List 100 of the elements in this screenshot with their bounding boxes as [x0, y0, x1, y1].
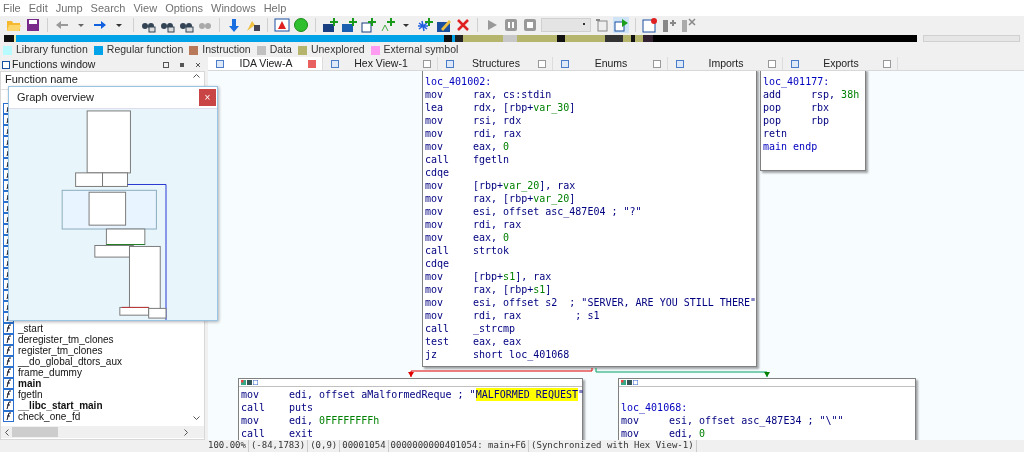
add-icon[interactable]	[417, 17, 433, 33]
view-icon	[216, 59, 224, 68]
menu-item[interactable]: View	[133, 0, 158, 17]
code-line: mov eax, 0	[425, 140, 511, 153]
code-line: jz short loc_401068	[425, 348, 571, 361]
close-button[interactable]: ×	[199, 89, 216, 106]
scroll-down-icon[interactable]	[193, 416, 200, 421]
function-name[interactable]: deregister_tm_clones	[18, 334, 114, 345]
tab[interactable]: IDA View-A	[208, 57, 323, 70]
code-line: mov esi, offset asc_487E34 ; "\""	[621, 414, 845, 427]
code-block[interactable]: loc_401177: add rsp, 38h pop rbx pop rbp retn main endp	[760, 71, 866, 171]
code-line: retn	[763, 127, 789, 140]
code-label: loc_401177:	[763, 75, 831, 88]
close-icon[interactable]	[883, 59, 891, 68]
code-icon[interactable]	[594, 17, 610, 33]
status-field: 100.00%	[206, 439, 249, 452]
menu-item[interactable]: Help	[263, 0, 287, 17]
restore-icon[interactable]	[162, 60, 170, 69]
function-name[interactable]: frame_dummy	[18, 367, 82, 378]
code-label: loc_401002:	[425, 75, 493, 88]
code-line: cdqe	[425, 166, 451, 179]
delete-breakpoint-icon[interactable]	[680, 17, 696, 33]
code-line: mov edi, 0FFFFFFFFh	[241, 414, 381, 427]
code-block[interactable]: loc_401068: mov esi, offset asc_487E34 ; "\"" mov edi, 0	[618, 378, 916, 440]
legend-label: Data	[269, 42, 292, 58]
code-line: mov esi, offset s2 ; "SERVER, ARE YOU STILL THERE"	[425, 296, 754, 309]
graph-canvas[interactable]	[208, 71, 1024, 440]
menu-item[interactable]: Search	[90, 0, 126, 17]
function-name[interactable]: check_one_fd	[18, 411, 81, 422]
scroll-right-icon[interactable]	[184, 428, 189, 436]
code-run-icon[interactable]	[613, 17, 629, 33]
view-icon	[446, 59, 454, 68]
view-icon	[331, 59, 339, 68]
close-icon[interactable]	[308, 59, 316, 68]
legend-label: External symbol	[383, 42, 459, 58]
stop-icon[interactable]	[522, 17, 538, 33]
code-line: add rsp, 38h	[763, 88, 861, 101]
view-icon	[676, 59, 684, 68]
add-icon[interactable]	[322, 17, 338, 33]
status-field: (0,9)	[308, 439, 341, 452]
code-line: call puts	[241, 401, 315, 414]
block-graph-icon[interactable]	[633, 380, 638, 385]
code-line: mov rdi, rax	[425, 127, 523, 140]
code-line: call fgetln	[425, 153, 511, 166]
save-icon[interactable]	[25, 17, 41, 33]
close-icon[interactable]	[768, 59, 776, 68]
column-header[interactable]: Function name	[1, 73, 78, 85]
edit-icon[interactable]	[436, 17, 452, 33]
status-field: (-84,1783)	[248, 439, 309, 452]
code-line: test eax, eax	[425, 335, 523, 348]
scroll-up-icon[interactable]	[193, 73, 200, 78]
legend-label: Instruction	[202, 42, 251, 58]
window-icon	[2, 60, 10, 69]
navigation-band[interactable]	[4, 35, 917, 42]
block-color-icon[interactable]	[241, 380, 246, 385]
close-icon[interactable]	[423, 59, 431, 68]
block-graph-icon[interactable]	[253, 380, 258, 385]
code-line: mov rax, cs:stdin	[425, 88, 553, 101]
close-icon[interactable]	[653, 59, 661, 68]
code-line: mov edi, 0	[621, 427, 707, 440]
menu-item[interactable]: Windows	[211, 0, 256, 17]
code-line: mov rax, [rbp+var_20]	[425, 192, 577, 205]
function-name[interactable]: _start	[18, 323, 43, 334]
code-line: pop rbp	[763, 114, 831, 127]
circle-icon[interactable]	[293, 17, 309, 33]
function-icon	[3, 356, 14, 367]
close-icon[interactable]	[538, 59, 546, 68]
legend-label: Library function	[16, 42, 88, 58]
pause-icon[interactable]	[503, 17, 519, 33]
menu-item[interactable]: Jump	[55, 0, 83, 17]
panel-title: Functions window	[12, 56, 97, 72]
function-icon	[3, 411, 14, 422]
function-icon	[3, 389, 14, 400]
code-block[interactable]: mov edi, offset aMalformedReque ; "MALFORMED REQUEST" call puts mov edi, 0FFFFFFFFh call exit	[238, 378, 583, 440]
code-label: loc_401068:	[621, 401, 689, 414]
scrollbar-thumb[interactable]	[12, 427, 58, 437]
view-icon	[561, 59, 569, 68]
function-name[interactable]: __do_global_dtors_aux	[18, 356, 122, 367]
function-name[interactable]: main	[18, 378, 42, 389]
function-name[interactable]: __libc_start_main	[18, 400, 103, 411]
horizontal-scrollbar[interactable]	[1, 426, 204, 438]
menu-item[interactable]: File	[3, 0, 21, 17]
code-line: mov rax, [rbp+s1]	[425, 283, 553, 296]
scroll-left-icon[interactable]	[4, 428, 9, 436]
block-color-icon[interactable]	[621, 380, 626, 385]
function-name[interactable]: register_tm_clones	[18, 345, 103, 356]
function-icon	[3, 367, 14, 378]
code-line: mov [rbp+var_20], rax	[425, 179, 577, 192]
function-name[interactable]: fgetln	[18, 389, 43, 400]
graph-window-icon[interactable]	[274, 17, 290, 33]
code-block[interactable]	[422, 71, 757, 367]
breakpoint-list-icon[interactable]	[642, 17, 658, 33]
add-icon[interactable]	[341, 17, 357, 33]
add-breakpoint-icon[interactable]	[661, 17, 677, 33]
menu-item[interactable]: Options	[165, 0, 204, 17]
down-arrow-icon[interactable]	[226, 17, 242, 33]
menu-item[interactable]: Edit	[28, 0, 48, 17]
legend-label: Unexplored	[310, 42, 365, 58]
close-icon[interactable]	[194, 60, 202, 69]
close-icon[interactable]	[455, 17, 471, 33]
